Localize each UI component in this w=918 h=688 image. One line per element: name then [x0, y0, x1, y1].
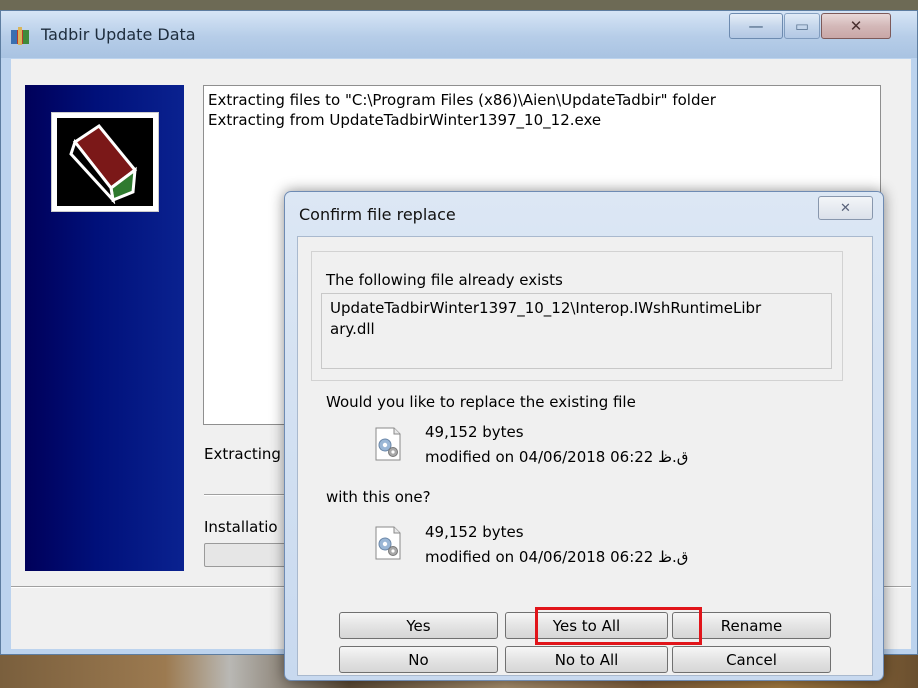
archive-icon — [11, 27, 29, 45]
log-line: Extracting from UpdateTadbirWinter1397_1… — [208, 111, 602, 129]
no-to-all-button[interactable]: No to All — [505, 646, 668, 673]
box-logo — [51, 112, 159, 212]
yes-button[interactable]: Yes — [339, 612, 498, 639]
existing-file-size: 49,152 bytes — [425, 423, 524, 441]
file-path-line: UpdateTadbirWinter1397_10_12\Interop.IWs… — [330, 299, 762, 317]
log-line: Extracting files to "C:\Program Files (x… — [208, 91, 716, 109]
maximize-icon: ▭ — [794, 17, 810, 35]
existing-file-path: UpdateTadbirWinter1397_10_12\Interop.IWs… — [321, 293, 832, 369]
maximize-button[interactable]: ▭ — [784, 13, 820, 39]
sidebar-banner — [25, 85, 184, 571]
dll-file-icon — [375, 427, 401, 461]
dll-file-icon — [375, 526, 401, 560]
file-exists-label: The following file already exists — [326, 271, 563, 289]
no-button[interactable]: No — [339, 646, 498, 673]
replace-question: Would you like to replace the existing f… — [326, 393, 636, 411]
installation-label: Installatio — [204, 518, 278, 536]
new-file-modified: modified on 04/06/2018 06:22 ق.ظ — [425, 548, 689, 566]
close-button[interactable]: ✕ — [821, 13, 891, 39]
with-this-one-label: with this one? — [326, 488, 431, 506]
new-file-size: 49,152 bytes — [425, 523, 524, 541]
dialog-title: Confirm file replace — [299, 205, 456, 224]
file-path-line: ary.dll — [330, 320, 375, 338]
window-title: Tadbir Update Data — [41, 25, 196, 44]
cancel-button[interactable]: Cancel — [672, 646, 831, 673]
highlight-box — [535, 607, 702, 645]
existing-file-modified: modified on 04/06/2018 06:22 ق.ظ — [425, 448, 689, 466]
title-bar[interactable]: Tadbir Update Data — ▭ ✕ — [1, 11, 917, 58]
extracting-status-label: Extracting — [204, 445, 281, 463]
dialog-close-button[interactable]: ✕ — [818, 196, 873, 220]
minimize-button[interactable]: — — [729, 13, 783, 39]
box-logo-icon — [69, 123, 138, 205]
close-icon: ✕ — [849, 17, 863, 35]
minimize-icon: — — [748, 17, 764, 35]
close-icon: ✕ — [840, 200, 851, 216]
